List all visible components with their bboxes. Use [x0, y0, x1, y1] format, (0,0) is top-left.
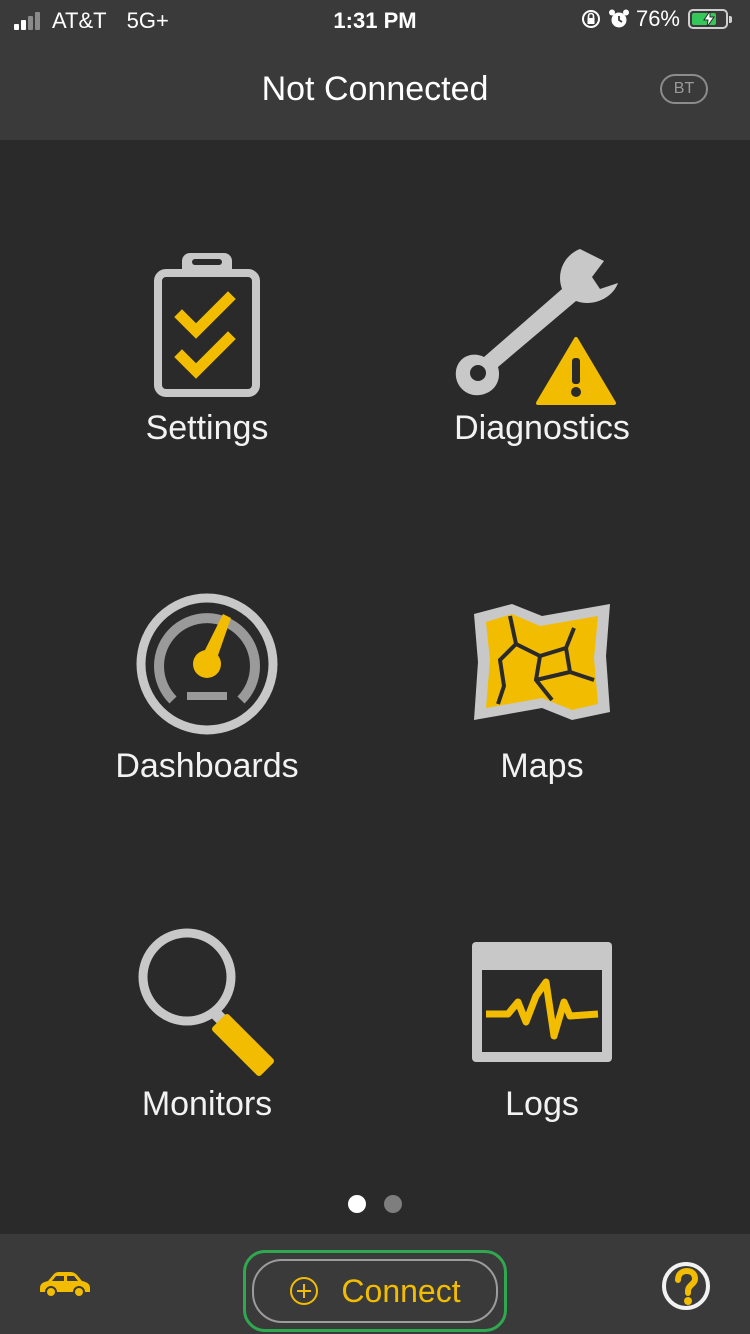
map-icon	[474, 604, 610, 720]
menu-item-monitors[interactable]: Monitors	[57, 925, 357, 1130]
menu-label: Diagnostics	[454, 409, 630, 447]
battery-percent: 76%	[635, 6, 680, 31]
waveform-log-icon	[472, 942, 612, 1062]
plus-circle-icon	[290, 1277, 319, 1305]
alarm-icon	[608, 9, 629, 28]
menu-item-settings[interactable]: Settings	[57, 245, 357, 460]
menu-label: Maps	[500, 747, 584, 785]
menu-item-logs[interactable]: Logs	[392, 940, 692, 1130]
clipboard-checklist-icon	[154, 253, 260, 397]
car-icon[interactable]	[36, 1270, 92, 1298]
gauge-icon	[136, 593, 278, 735]
wrench-warning-icon	[455, 249, 618, 405]
bottom-toolbar: Connect	[0, 1234, 750, 1334]
bluetooth-badge[interactable]: BT	[660, 74, 708, 104]
page-indicator[interactable]	[0, 1195, 750, 1218]
connect-label: Connect	[341, 1272, 461, 1309]
app-header: Not Connected BT	[0, 40, 750, 140]
page-dot[interactable]	[384, 1195, 402, 1213]
help-icon[interactable]	[660, 1260, 712, 1312]
connection-status-title: Not Connected	[261, 70, 489, 108]
page-dot-active[interactable]	[348, 1195, 366, 1213]
status-right: 76%	[580, 6, 732, 32]
magnifier-icon	[138, 928, 274, 1076]
menu-label: Settings	[145, 409, 269, 447]
battery-charging-icon	[688, 9, 732, 29]
connect-button[interactable]: Connect	[252, 1259, 498, 1323]
menu-item-maps[interactable]: Maps	[392, 600, 692, 792]
orientation-lock-icon	[581, 10, 600, 28]
connect-highlight: Connect	[243, 1250, 507, 1332]
menu-item-diagnostics[interactable]: Diagnostics	[392, 245, 692, 460]
bolt-icon	[703, 11, 715, 27]
menu-label: Logs	[505, 1085, 579, 1123]
status-bar: AT&T 5G+ 1:31 PM 76%	[0, 0, 750, 40]
menu-item-dashboards[interactable]: Dashboards	[57, 592, 357, 792]
menu-label: Dashboards	[115, 747, 299, 785]
menu-label: Monitors	[141, 1085, 273, 1123]
